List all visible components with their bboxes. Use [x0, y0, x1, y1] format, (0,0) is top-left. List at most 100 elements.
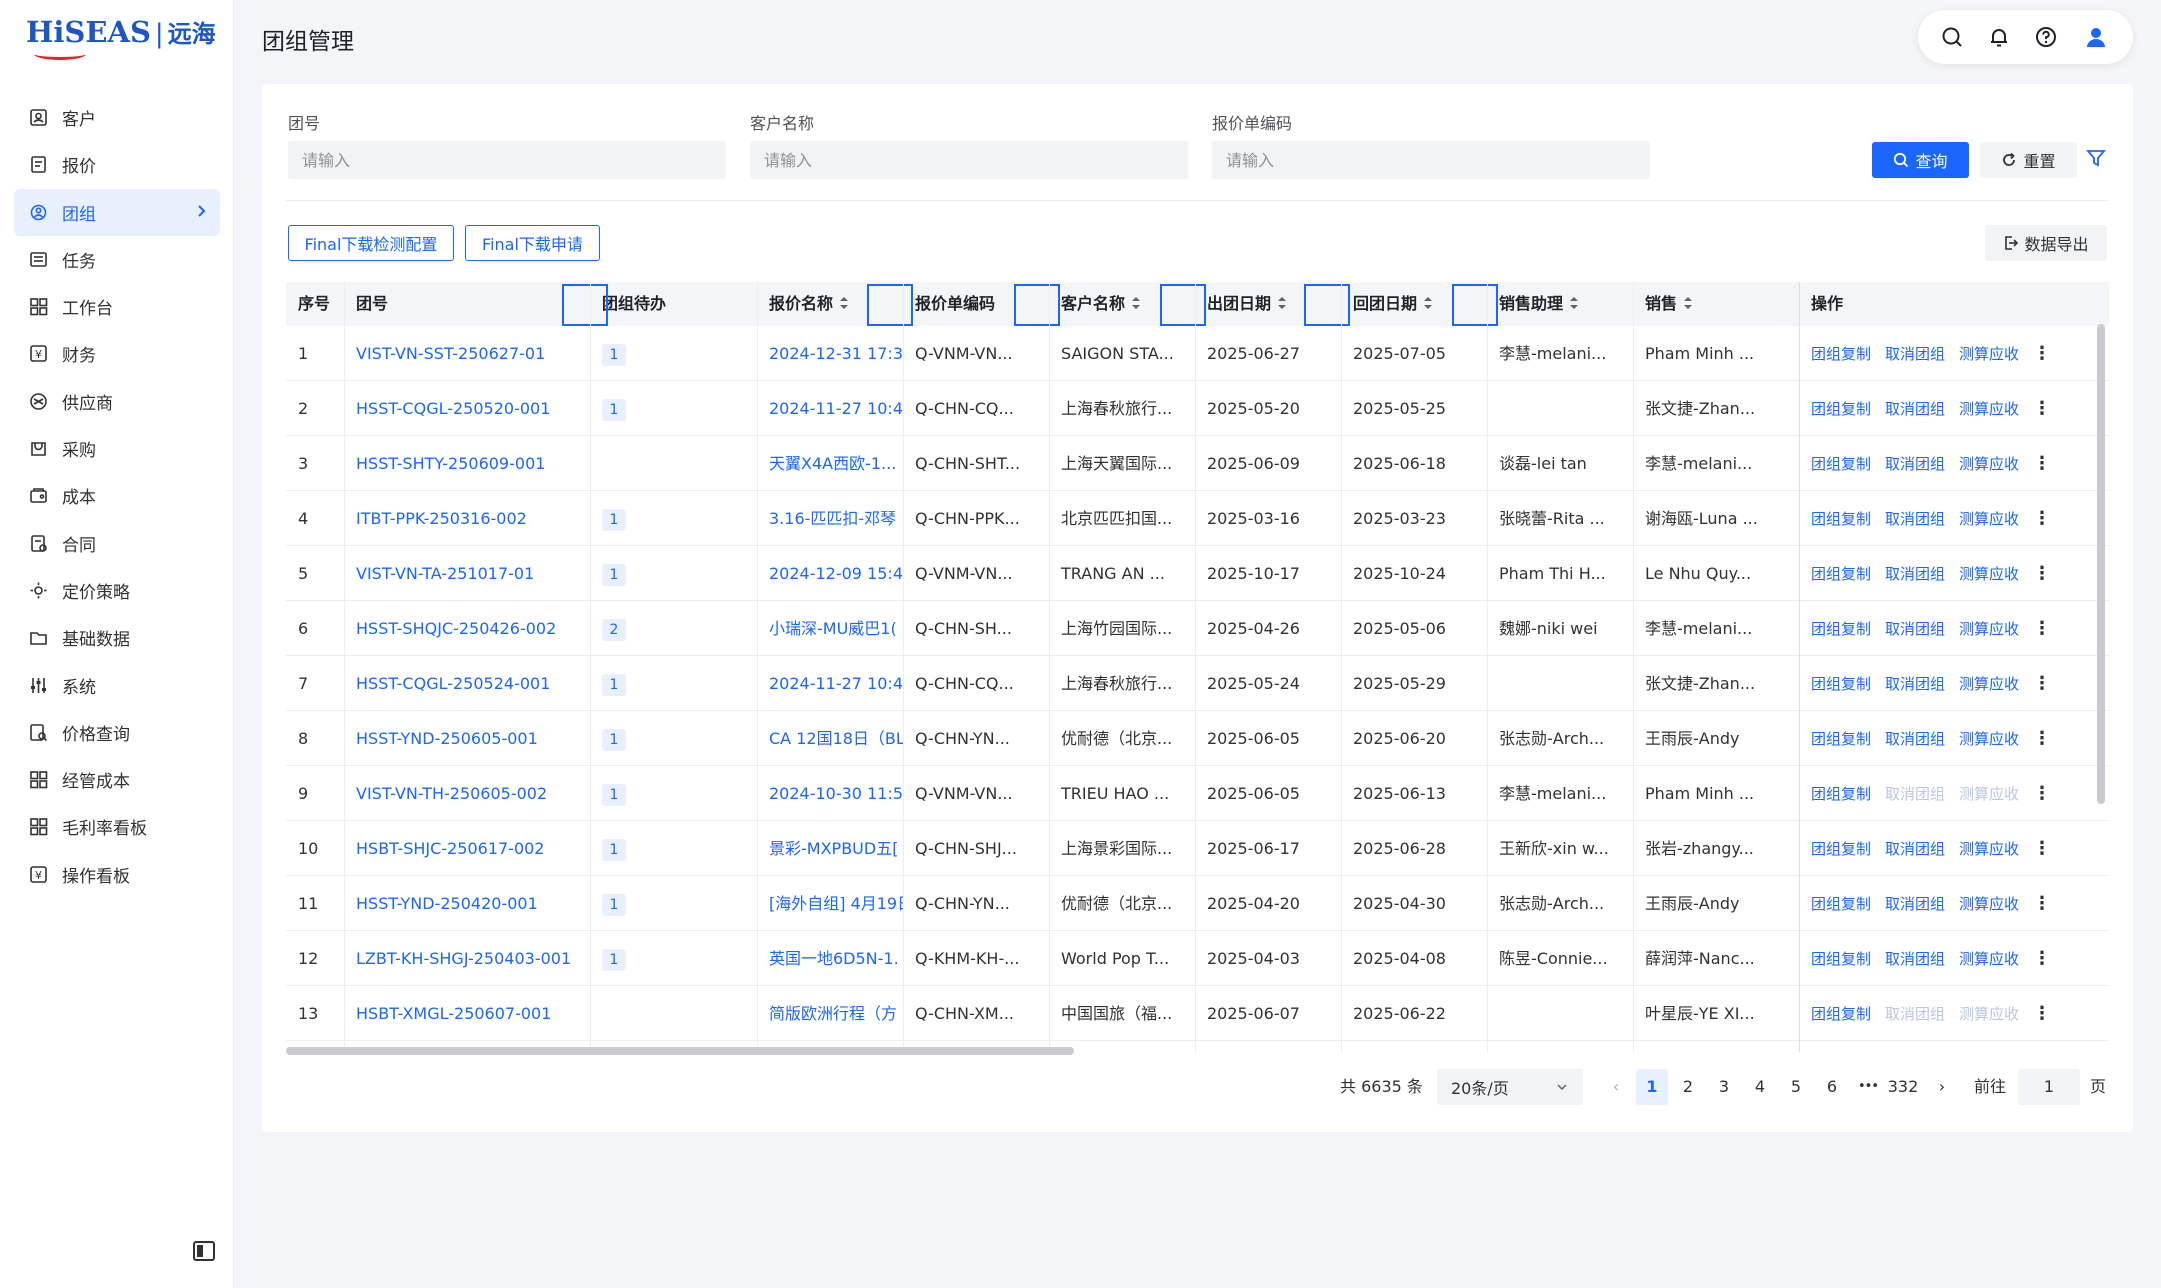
next-page-icon[interactable]: › [1926, 1069, 1958, 1105]
query-button[interactable]: 查询 [1872, 142, 1969, 178]
page-3[interactable]: 3 [1708, 1069, 1740, 1105]
calc-receivable-link[interactable]: 测算应收 [1959, 620, 2019, 638]
cancel-group-link[interactable]: 取消团组 [1885, 840, 1945, 858]
sidebar-item-14[interactable]: 经管成本 [14, 756, 220, 803]
page-1[interactable]: 1 [1636, 1069, 1668, 1105]
calc-receivable-link[interactable]: 测算应收 [1959, 510, 2019, 528]
more-vertical-icon[interactable]: ⋮ [2033, 1003, 2051, 1024]
sidebar-item-10[interactable]: 定价策略 [14, 567, 220, 614]
cell-group[interactable]: HSST-CQGL-250524-001 [344, 656, 590, 711]
more-vertical-icon[interactable]: ⋮ [2033, 673, 2051, 694]
sidebar-item-2[interactable]: 团组 [14, 188, 220, 236]
copy-group-link[interactable]: 团组复制 [1811, 950, 1871, 968]
cell-group[interactable]: ITBT-PPK-250316-002 [344, 491, 590, 546]
cancel-group-link[interactable]: 取消团组 [1885, 675, 1945, 693]
cell-quote[interactable]: 简版欧洲行程（方 [757, 986, 903, 1041]
copy-group-link[interactable]: 团组复制 [1811, 675, 1871, 693]
cancel-group-link[interactable]: 取消团组 [1885, 345, 1945, 363]
copy-group-link[interactable]: 团组复制 [1811, 565, 1871, 583]
quote-code-input[interactable] [1212, 141, 1650, 179]
copy-group-link[interactable]: 团组复制 [1811, 345, 1871, 363]
cell-group[interactable]: HSBT-XMGL-250607-001 [344, 986, 590, 1041]
vertical-scrollbar[interactable] [2097, 324, 2105, 804]
more-vertical-icon[interactable]: ⋮ [2033, 508, 2051, 529]
sidebar-item-9[interactable]: 合同 [14, 520, 220, 567]
cell-quote[interactable]: 天翼X4A西欧-1... [757, 436, 903, 491]
page-size-select[interactable]: 20条/页 [1437, 1069, 1583, 1105]
prev-page-icon[interactable]: ‹ [1600, 1069, 1632, 1105]
todo-badge[interactable]: 1 [602, 508, 626, 531]
cell-quote[interactable]: 3.16-匹匹扣-邓琴 [757, 491, 903, 546]
todo-badge[interactable]: 1 [602, 783, 626, 806]
column-header-8[interactable]: 销售助理 [1487, 282, 1633, 326]
cell-group[interactable]: LZBT-KH-SHGJ-250403-001 [344, 931, 590, 986]
calc-receivable-link[interactable]: 测算应收 [1959, 345, 2019, 363]
calc-receivable-link[interactable]: 测算应收 [1959, 565, 2019, 583]
cell-quote[interactable]: 景彩-MXPBUD五[ [757, 821, 903, 876]
cancel-group-link[interactable]: 取消团组 [1885, 620, 1945, 638]
more-vertical-icon[interactable]: ⋮ [2033, 453, 2051, 474]
cell-group[interactable]: HSST-SHTY-250609-001 [344, 436, 590, 491]
cell-group[interactable]: HSST-SHQJC-250426-002 [344, 601, 590, 656]
sidebar-item-13[interactable]: 价格查询 [14, 709, 220, 756]
sidebar-item-7[interactable]: 采购 [14, 425, 220, 472]
more-vertical-icon[interactable]: ⋮ [2033, 728, 2051, 749]
sort-icon[interactable] [1423, 283, 1433, 327]
sidebar-item-1[interactable]: 报价 [14, 141, 220, 188]
cell-quote[interactable]: 2024-11-27 10:4 [757, 656, 903, 711]
copy-group-link[interactable]: 团组复制 [1811, 510, 1871, 528]
copy-group-link[interactable]: 团组复制 [1811, 455, 1871, 473]
todo-badge[interactable]: 1 [602, 563, 626, 586]
more-vertical-icon[interactable]: ⋮ [2033, 783, 2051, 804]
sidebar-item-5[interactable]: ¥ 财务 [14, 330, 220, 377]
avatar[interactable] [2078, 19, 2115, 55]
sidebar-item-12[interactable]: 系统 [14, 662, 220, 709]
cell-quote[interactable]: 2024-12-09 15:4 [757, 546, 903, 601]
cell-quote[interactable]: 2024-12-31 17:3 [757, 326, 903, 381]
final-config-button[interactable]: Final下载检测配置 [288, 225, 454, 261]
copy-group-link[interactable]: 团组复制 [1811, 730, 1871, 748]
sidebar-item-16[interactable]: ¥ 操作看板 [14, 851, 220, 898]
reset-button[interactable]: 重置 [1980, 142, 2077, 178]
cancel-group-link[interactable]: 取消团组 [1885, 510, 1945, 528]
more-vertical-icon[interactable]: ⋮ [2033, 948, 2051, 969]
calc-receivable-link[interactable]: 测算应收 [1959, 730, 2019, 748]
cancel-group-link[interactable]: 取消团组 [1885, 785, 1945, 803]
todo-badge[interactable]: 1 [602, 838, 626, 861]
cell-group[interactable]: VIST-VN-TA-251017-01 [344, 546, 590, 601]
cancel-group-link[interactable]: 取消团组 [1885, 400, 1945, 418]
more-vertical-icon[interactable]: ⋮ [2033, 563, 2051, 584]
cell-quote[interactable]: 2024-11-27 10:4 [757, 381, 903, 436]
sidebar-item-6[interactable]: 供应商 [14, 378, 220, 425]
final-apply-button[interactable]: Final下载申请 [465, 225, 600, 261]
page-5[interactable]: 5 [1780, 1069, 1812, 1105]
cell-group[interactable]: HSST-YND-250420-001 [344, 876, 590, 931]
copy-group-link[interactable]: 团组复制 [1811, 895, 1871, 913]
more-vertical-icon[interactable]: ⋮ [2033, 618, 2051, 639]
sidebar-item-0[interactable]: 客户 [14, 94, 220, 141]
column-header-9[interactable]: 销售 [1633, 282, 1799, 326]
cancel-group-link[interactable]: 取消团组 [1885, 565, 1945, 583]
goto-page-input[interactable]: 1 [2018, 1069, 2080, 1105]
more-vertical-icon[interactable]: ⋮ [2033, 838, 2051, 859]
sort-icon[interactable] [1683, 283, 1693, 327]
todo-badge[interactable]: 1 [602, 673, 626, 696]
sort-icon[interactable] [839, 283, 849, 327]
filter-icon[interactable] [2086, 148, 2108, 170]
sort-icon[interactable] [1131, 283, 1141, 327]
todo-badge[interactable]: 1 [602, 948, 626, 971]
cell-group[interactable]: HSBT-SHJC-250617-002 [344, 821, 590, 876]
cancel-group-link[interactable]: 取消团组 [1885, 455, 1945, 473]
sidebar-item-4[interactable]: 工作台 [14, 283, 220, 330]
cell-group[interactable]: HSST-CQGL-250520-001 [344, 381, 590, 436]
cell-group[interactable]: VIST-VN-TH-250605-002 [344, 766, 590, 821]
calc-receivable-link[interactable]: 测算应收 [1959, 675, 2019, 693]
page-2[interactable]: 2 [1672, 1069, 1704, 1105]
cell-quote[interactable]: 英国一地6D5N-1. [757, 931, 903, 986]
cell-quote[interactable]: [海外自组] 4月19日 [757, 876, 903, 931]
cell-group[interactable]: VIST-VN-SST-250627-01 [344, 326, 590, 381]
cancel-group-link[interactable]: 取消团组 [1885, 1005, 1945, 1023]
sidebar-item-8[interactable]: 成本 [14, 472, 220, 519]
calc-receivable-link[interactable]: 测算应收 [1959, 950, 2019, 968]
pagination-ellipsis[interactable]: ••• [1852, 1069, 1884, 1105]
